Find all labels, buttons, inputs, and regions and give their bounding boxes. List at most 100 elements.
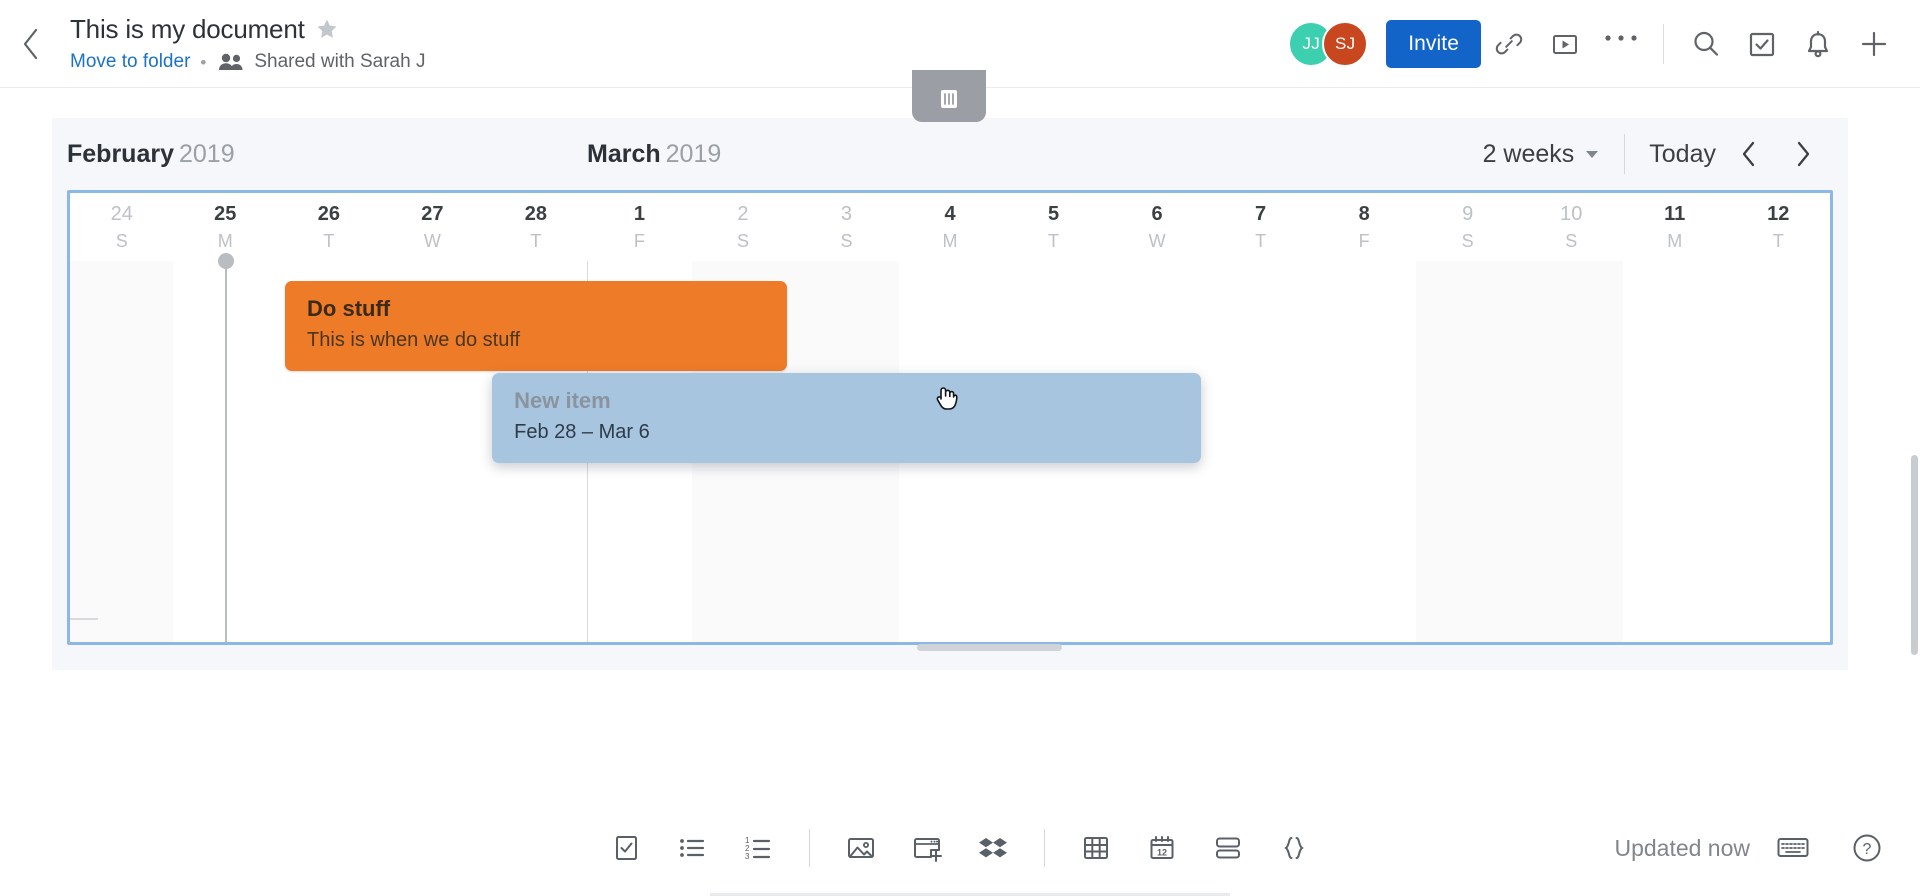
help-button[interactable]: ?	[1836, 817, 1898, 879]
day-number: 27	[421, 203, 444, 225]
keyboard-shortcuts-button[interactable]	[1762, 817, 1824, 879]
day-number: 7	[1255, 203, 1267, 225]
day-column[interactable]	[70, 261, 174, 642]
timeline-canvas[interactable]: Do stuff This is when we do stuff New it…	[70, 253, 1830, 642]
day-column[interactable]	[1209, 261, 1312, 642]
meta-separator: •	[200, 52, 207, 72]
day-column[interactable]	[1727, 261, 1830, 642]
day-letter: W	[423, 231, 441, 251]
day-column-header: 10 S	[1519, 193, 1623, 261]
day-column-header: 7T	[1209, 193, 1313, 261]
keyboard-icon	[1777, 838, 1809, 857]
toolbar-layout-button[interactable]	[1197, 817, 1259, 879]
toolbar-calendar-button[interactable]: 12	[1131, 817, 1193, 879]
day-column-header: 2S	[691, 193, 795, 261]
scrollbar-thumb[interactable]	[917, 644, 1062, 651]
toolbar-dropbox-button[interactable]	[962, 817, 1024, 879]
day-letter: M	[1667, 231, 1683, 251]
more-options-button[interactable]	[1593, 16, 1649, 72]
previous-period-button[interactable]	[1722, 127, 1776, 181]
bell-icon	[1807, 30, 1829, 57]
day-letter: S	[736, 231, 749, 251]
document-info: This is my document Move to folder • Sha…	[70, 14, 425, 73]
editor-status-area: Updated now ?	[1614, 817, 1898, 879]
page-title: This is my document	[70, 14, 305, 44]
day-number: 8	[1358, 203, 1370, 225]
day-number: 26	[317, 203, 340, 225]
move-to-folder-link[interactable]: Move to folder	[70, 51, 190, 73]
grid-left-mark	[70, 618, 98, 620]
timeline-item-do-stuff[interactable]: Do stuff This is when we do stuff	[285, 281, 787, 371]
today-button[interactable]: Today	[1643, 140, 1722, 169]
chevron-down-icon	[1586, 150, 1599, 158]
timeline-item-subtitle: This is when we do stuff	[307, 329, 521, 351]
search-icon	[1694, 31, 1719, 56]
toolbar-table-button[interactable]	[1065, 817, 1127, 879]
toolbar-bulleted-list-button[interactable]	[661, 817, 723, 879]
timeline-header: February 2019 March 2019 2 weeks Today	[52, 118, 1848, 190]
checkbox-icon	[1749, 32, 1775, 56]
day-letter: T	[530, 231, 542, 251]
header-divider	[1663, 23, 1664, 64]
page-scrollbar[interactable]	[1911, 455, 1918, 655]
timeline-item-daterange: Feb 28 – Mar 6	[514, 421, 650, 443]
numbered-list-icon: 1 2 3	[745, 836, 771, 861]
embed-window-icon	[914, 837, 942, 862]
star-icon[interactable]	[315, 17, 339, 41]
bulleted-list-icon	[680, 839, 705, 857]
day-column[interactable]	[1416, 261, 1520, 642]
toolbar-embed-button[interactable]	[896, 817, 958, 879]
code-braces-icon	[1284, 837, 1304, 859]
day-letter: T	[323, 231, 335, 251]
range-select[interactable]: 2 weeks	[1475, 140, 1607, 169]
day-header-row: 24 S 25 M 26 T 27 W 28 T 1 F 2 S 3 S 4 M 5 T 6 W 7 T 8 F 9 S 10 S 11 M 1…	[70, 193, 1830, 261]
day-number: 25	[214, 203, 237, 225]
copy-link-button[interactable]	[1481, 16, 1537, 72]
today-marker	[218, 253, 235, 642]
toolbar-code-button[interactable]	[1263, 817, 1325, 879]
day-column[interactable]	[1313, 261, 1416, 642]
day-column[interactable]	[1519, 261, 1624, 642]
search-button[interactable]	[1678, 16, 1734, 72]
toolbar-numbered-list-button[interactable]: 1 2 3	[727, 817, 789, 879]
day-column-header: 27 W	[381, 193, 485, 261]
invite-button[interactable]: Invite	[1386, 19, 1481, 68]
day-letter: T	[1772, 231, 1784, 251]
day-letter: S	[115, 231, 128, 251]
timeline-horizontal-scrollbar[interactable]	[52, 644, 1848, 662]
delete-drop-target[interactable]	[912, 70, 986, 122]
document-meta-row: Move to folder • Shared with Sarah J	[70, 51, 425, 73]
timeline-widget: February 2019 March 2019 2 weeks Today 2…	[52, 70, 1848, 670]
timeline-grid[interactable]: 24 S 25 M 26 T 27 W 28 T 1 F 2 S 3 S 4 M 5 T 6 W 7 T 8 F 9 S 10 S 11 M 1…	[67, 190, 1833, 645]
day-column-header: 6W	[1105, 193, 1209, 261]
add-button[interactable]	[1846, 16, 1902, 72]
next-period-button[interactable]	[1776, 127, 1830, 181]
timeline-item-title: New item	[514, 388, 611, 413]
range-select-label: 2 weeks	[1482, 139, 1575, 168]
checkbox-task-icon	[616, 836, 637, 860]
layout-icon	[1216, 837, 1240, 859]
day-number: 11	[1664, 203, 1686, 225]
day-column-header: 1F	[588, 193, 692, 261]
day-column-header: 5T	[1002, 193, 1106, 261]
back-button[interactable]	[6, 0, 54, 88]
day-number: 9	[1462, 203, 1474, 225]
month-name: February	[67, 140, 174, 168]
toolbar-checklist-button[interactable]	[595, 817, 657, 879]
present-button[interactable]	[1537, 16, 1593, 72]
day-number: 12	[1767, 203, 1790, 225]
avatar[interactable]: SJ	[1322, 20, 1369, 67]
day-number: 1	[633, 203, 645, 225]
toolbar-image-button[interactable]	[830, 817, 892, 879]
plus-icon	[1861, 31, 1887, 56]
day-column-header: 8F	[1312, 193, 1416, 261]
controls-divider	[1624, 134, 1626, 174]
toolbar-buttons: 1 2 3 12	[595, 817, 1325, 879]
timeline-item-new-item[interactable]: New item Feb 28 – Mar 6	[492, 373, 1201, 463]
notifications-button[interactable]	[1790, 16, 1846, 72]
day-letter: T	[1048, 231, 1060, 251]
day-letter: F	[1358, 231, 1370, 251]
month-name: March	[587, 140, 661, 168]
tasks-button[interactable]	[1734, 16, 1790, 72]
day-column[interactable]	[1623, 261, 1726, 642]
